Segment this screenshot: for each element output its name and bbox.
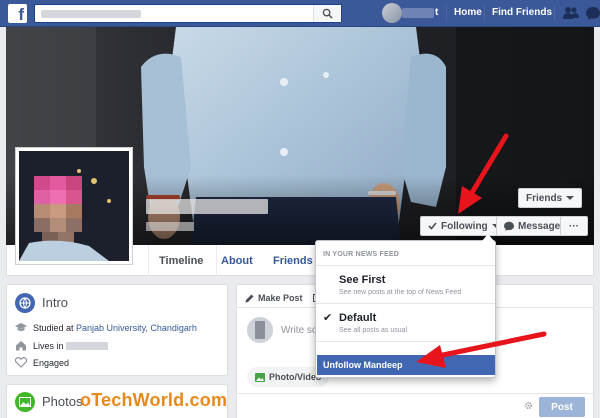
site-watermark: oTechWorld.com xyxy=(80,390,228,410)
intro-card: Intro Studied at Panjab University, Chan… xyxy=(6,284,228,376)
nav-home-link[interactable]: Home xyxy=(454,7,482,18)
friend-requests-icon[interactable] xyxy=(563,6,579,20)
make-post-label: Make Post xyxy=(258,293,303,303)
top-navigation-bar: f t Home Find Friends xyxy=(0,0,600,27)
intro-relationship-row: Engaged xyxy=(15,357,69,368)
university-link[interactable]: Panjab University, Chandigarh xyxy=(76,323,197,333)
relationship-status: Engaged xyxy=(33,357,70,368)
divider xyxy=(316,341,495,342)
chevron-down-icon xyxy=(566,196,575,200)
message-button[interactable]: Message xyxy=(496,216,569,236)
profile-name-partial[interactable]: t xyxy=(435,7,438,18)
facebook-logo[interactable]: f xyxy=(8,4,27,23)
post-button[interactable]: Post xyxy=(539,397,585,417)
intro-title: Intro xyxy=(42,295,69,310)
location-redacted[interactable] xyxy=(66,342,109,351)
profile-picture[interactable] xyxy=(15,147,133,265)
nav-divider xyxy=(554,6,555,21)
more-dots-icon: ··· xyxy=(569,220,579,232)
user-avatar[interactable] xyxy=(382,3,402,23)
messenger-icon xyxy=(504,221,514,231)
pencil-icon xyxy=(245,294,254,302)
photo-icon xyxy=(15,392,35,412)
composer-avatar xyxy=(247,317,273,343)
default-subtitle: See all posts as usual xyxy=(339,327,408,334)
dropdown-header: IN YOUR NEWS FEED xyxy=(323,251,400,258)
search-text-redacted xyxy=(41,10,141,18)
graduation-cap-icon xyxy=(15,323,27,331)
checkmark-icon: ✔ xyxy=(323,312,333,324)
intro-education-row: Studied at Panjab University, Chandigarh xyxy=(15,323,197,333)
photos-title[interactable]: Photos xyxy=(42,394,82,409)
composer-input[interactable]: Write so xyxy=(281,325,318,336)
home-icon xyxy=(16,341,26,351)
following-label: Following xyxy=(441,220,488,232)
make-post-tab[interactable]: Make Post xyxy=(245,293,321,303)
profile-name-redacted xyxy=(146,199,268,214)
search-icon xyxy=(322,8,333,19)
divider xyxy=(316,265,495,266)
profile-picture-image xyxy=(19,151,129,261)
check-icon xyxy=(428,222,437,230)
tab-friends[interactable]: Friends xyxy=(273,255,313,267)
gear-icon[interactable] xyxy=(524,401,533,410)
profile-subtitle-redacted xyxy=(146,222,194,231)
tab-about[interactable]: About xyxy=(221,255,253,267)
photo-icon xyxy=(255,372,265,382)
heart-icon xyxy=(15,357,27,368)
following-dropdown-menu: IN YOUR NEWS FEED See First See new post… xyxy=(315,234,496,378)
lives-prefix: Lives in xyxy=(33,340,67,351)
divider xyxy=(237,393,593,394)
messages-icon[interactable] xyxy=(586,6,600,20)
see-first-title: See First xyxy=(339,274,386,286)
divider xyxy=(316,303,495,304)
tab-timeline[interactable]: Timeline xyxy=(159,255,203,267)
search-button[interactable] xyxy=(313,5,341,22)
photo-video-label: Photo/Video xyxy=(269,372,322,382)
see-first-subtitle: See new posts at the top of News Feed xyxy=(339,289,462,296)
globe-icon xyxy=(15,293,35,313)
nav-divider xyxy=(446,6,447,21)
friends-label: Friends xyxy=(526,192,563,204)
friends-button[interactable]: Friends xyxy=(518,188,583,208)
dropdown-pointer xyxy=(482,234,494,241)
studied-prefix: Studied at xyxy=(33,323,77,333)
nav-find-friends-link[interactable]: Find Friends xyxy=(492,7,552,18)
more-options-button[interactable]: ··· xyxy=(560,216,588,236)
search-box[interactable] xyxy=(34,4,342,23)
menu-item-unfollow[interactable]: Unfollow Mandeep xyxy=(317,355,495,375)
intro-location-row: Lives in xyxy=(15,340,109,351)
following-button[interactable]: Following xyxy=(420,216,508,236)
message-label: Message xyxy=(518,220,561,232)
nav-divider xyxy=(484,6,485,21)
default-title: Default xyxy=(339,312,377,324)
profile-name-redacted[interactable] xyxy=(402,8,434,18)
